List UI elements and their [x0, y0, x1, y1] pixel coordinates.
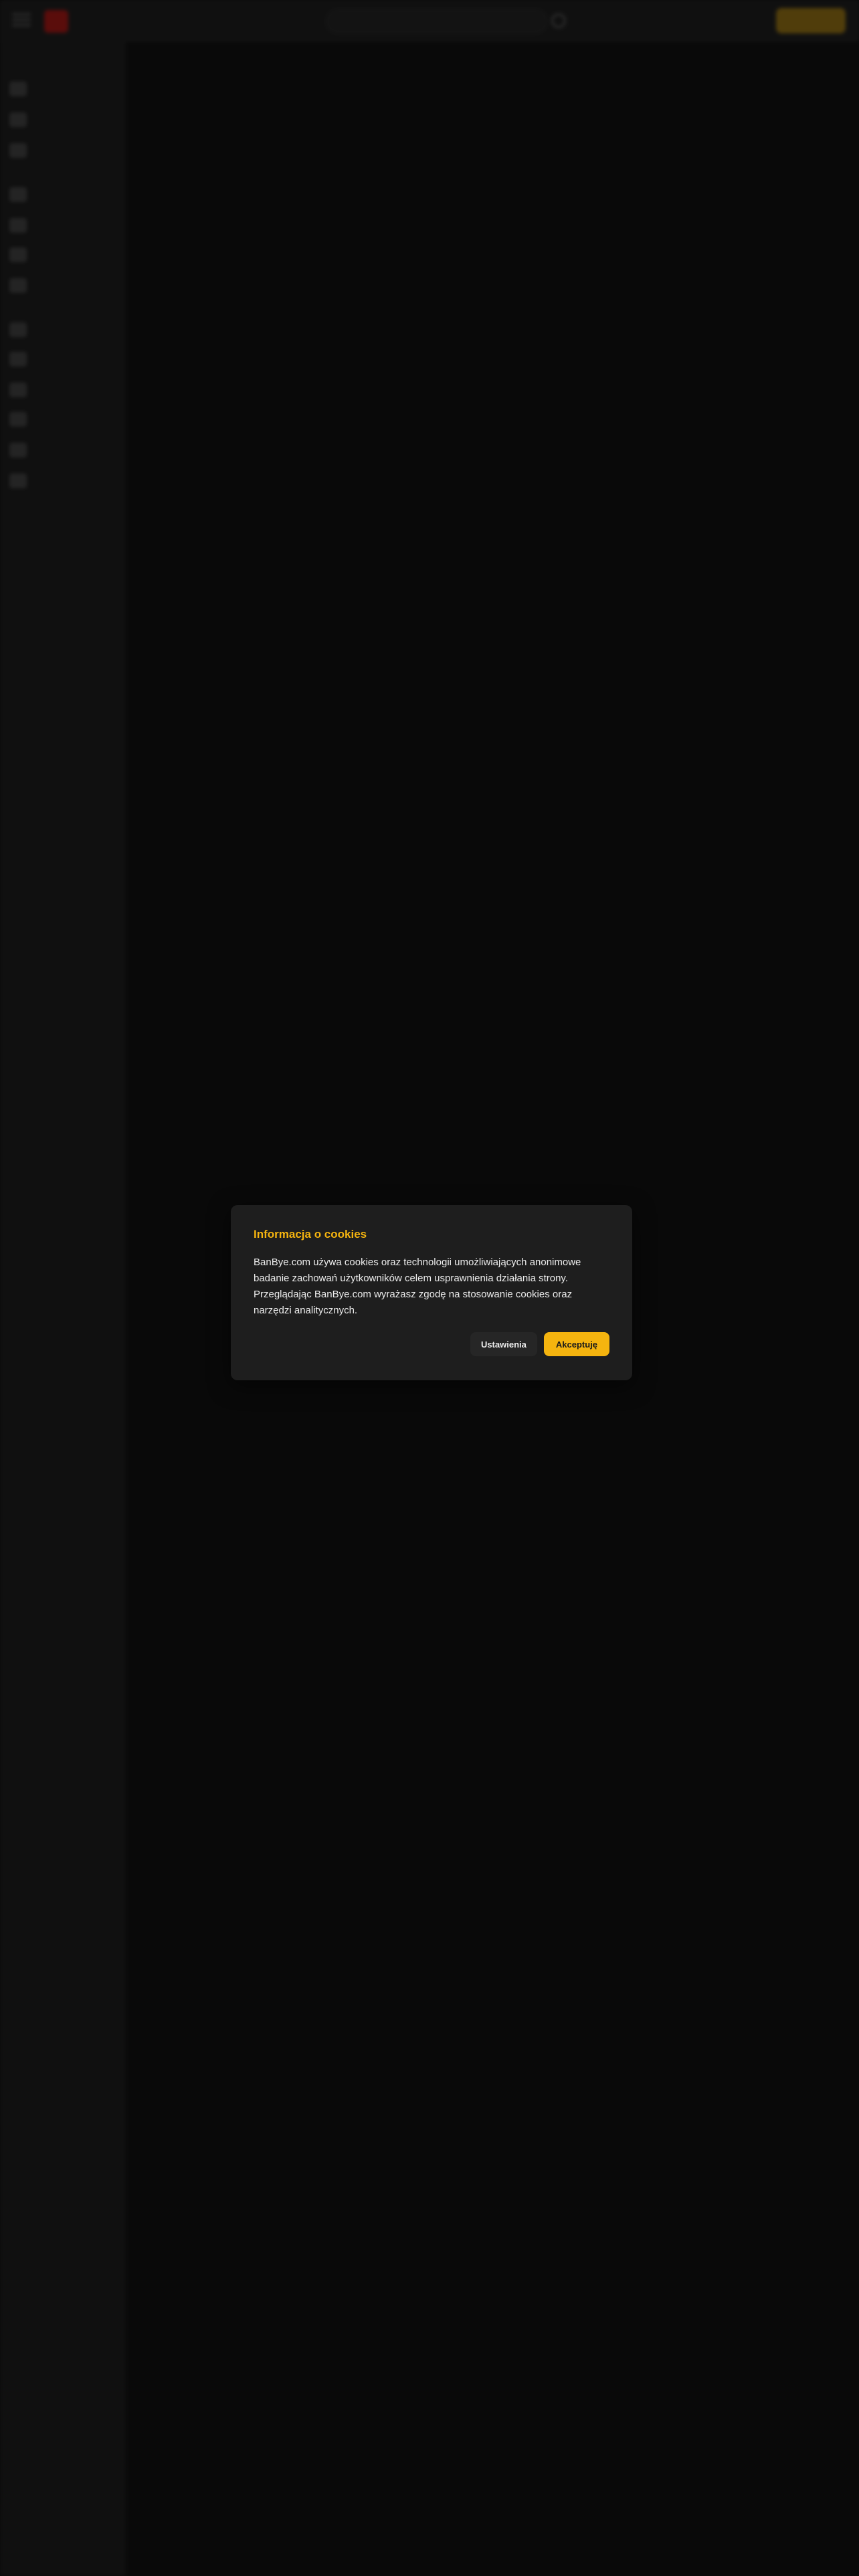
cookie-dialog-body: BanBye.com używa cookies oraz technologi…	[254, 1257, 581, 1316]
cookie-dialog-actions: Ustawienia Akceptuję	[470, 1332, 609, 1356]
cookie-accept-button[interactable]: Akceptuję	[543, 1332, 609, 1356]
cookie-dialog-title: Informacja o cookies	[254, 1228, 367, 1241]
cookie-settings-button[interactable]: Ustawienia	[470, 1332, 537, 1356]
cookie-dialog: Informacja o cookies BanBye.com używa co…	[231, 1205, 632, 1380]
